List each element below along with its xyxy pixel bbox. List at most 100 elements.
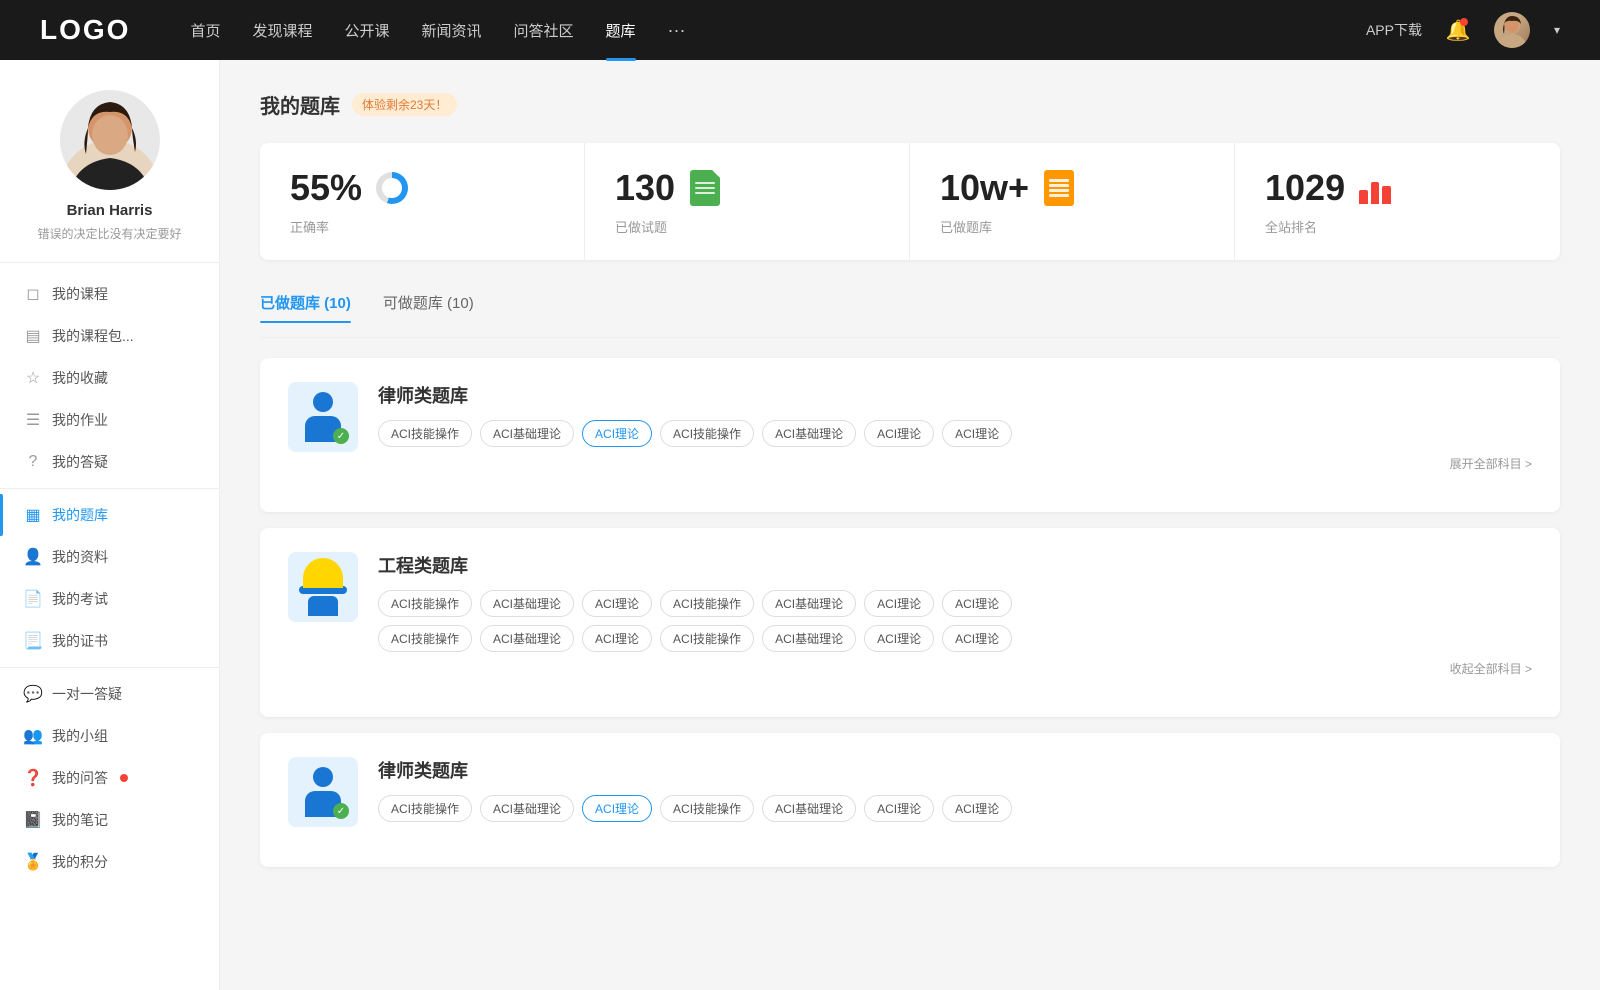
lawyer-card-content-2: 律师类题库 ACI技能操作 ACI基础理论 ACI理论 ACI技能操作 ACI基… xyxy=(378,757,1532,822)
group-icon: 👥 xyxy=(24,727,42,745)
user-avatar[interactable] xyxy=(1494,12,1530,48)
helmet-person-body xyxy=(308,596,338,616)
engineering-card-content: 工程类题库 ACI技能操作 ACI基础理论 ACI理论 ACI技能操作 ACI基… xyxy=(378,552,1532,677)
trial-badge: 体验剩余23天！ xyxy=(352,93,457,116)
qbank-tags-lawyer-1: ACI技能操作 ACI基础理论 ACI理论 ACI技能操作 ACI基础理论 AC… xyxy=(378,420,1532,447)
tag-lawyer-2-4[interactable]: ACI基础理论 xyxy=(762,795,856,822)
nav-home[interactable]: 首页 xyxy=(190,20,220,41)
stat-label-banks: 已做题库 xyxy=(940,217,1204,236)
sidebar-item-favorites[interactable]: ☆ 我的收藏 xyxy=(0,357,219,399)
exam-icon: 📄 xyxy=(24,590,42,608)
sidebar-item-course-pack[interactable]: ▤ 我的课程包... xyxy=(0,315,219,357)
sidebar-item-question-bank[interactable]: ▦ 我的题库 xyxy=(0,494,219,536)
tag-lawyer-2-0[interactable]: ACI技能操作 xyxy=(378,795,472,822)
tag-lawyer-2-5[interactable]: ACI理论 xyxy=(864,795,934,822)
sidebar-item-notes[interactable]: 📓 我的笔记 xyxy=(0,799,219,841)
tag-lawyer-1-0[interactable]: ACI技能操作 xyxy=(378,420,472,447)
sidebar-item-group[interactable]: 👥 我的小组 xyxy=(0,715,219,757)
nav-open-course[interactable]: 公开课 xyxy=(344,20,389,41)
sidebar-item-one-on-one[interactable]: 💬 一对一答疑 xyxy=(0,673,219,715)
helmet-top xyxy=(303,558,343,588)
expand-button-lawyer-1[interactable]: 展开全部科目 > xyxy=(378,455,1532,472)
tag-eng-1-4[interactable]: ACI基础理论 xyxy=(762,590,856,617)
tag-eng-1-6[interactable]: ACI理论 xyxy=(942,590,1012,617)
sidebar-label-points: 我的积分 xyxy=(52,852,108,872)
tag-eng-1-2[interactable]: ACI理论 xyxy=(582,590,652,617)
homework-icon: ☰ xyxy=(24,411,42,429)
chart-bar-1 xyxy=(1359,190,1368,204)
lawyer-icon-wrap-1: ✓ xyxy=(288,382,358,452)
tag-eng-1-3[interactable]: ACI技能操作 xyxy=(660,590,754,617)
tag-lawyer-2-2[interactable]: ACI理论 xyxy=(582,795,652,822)
collapse-button-engineering[interactable]: 收起全部科目 > xyxy=(378,660,1532,677)
ranking-chart-icon xyxy=(1357,170,1393,206)
sidebar-label-one-on-one: 一对一答疑 xyxy=(52,684,122,704)
app-download-button[interactable]: APP下载 xyxy=(1366,20,1422,40)
sidebar-item-my-qa[interactable]: ❓ 我的问答 xyxy=(0,757,219,799)
certificate-icon: 📃 xyxy=(24,632,42,650)
nav-more-icon[interactable]: ··· xyxy=(668,20,686,41)
sidebar-item-qa[interactable]: ? 我的答疑 xyxy=(0,441,219,483)
lawyer-person-icon-1: ✓ xyxy=(301,392,345,442)
sidebar-item-courses[interactable]: ◻ 我的课程 xyxy=(0,273,219,315)
logo: LOGO xyxy=(40,14,130,46)
tag-eng-2-6[interactable]: ACI理论 xyxy=(942,625,1012,652)
tag-lawyer-1-3[interactable]: ACI技能操作 xyxy=(660,420,754,447)
tag-lawyer-2-6[interactable]: ACI理论 xyxy=(942,795,1012,822)
sidebar-item-profile[interactable]: 👤 我的资料 xyxy=(0,536,219,578)
sidebar-item-homework[interactable]: ☰ 我的作业 xyxy=(0,399,219,441)
tag-lawyer-1-1[interactable]: ACI基础理论 xyxy=(480,420,574,447)
tag-eng-2-4[interactable]: ACI基础理论 xyxy=(762,625,856,652)
stat-card-done-questions: 130 已做试题 xyxy=(585,143,910,260)
sidebar-divider-2 xyxy=(0,667,219,668)
sidebar-label-course-pack: 我的课程包... xyxy=(52,326,134,346)
sidebar: Brian Harris 错误的决定比没有决定要好 ◻ 我的课程 ▤ 我的课程包… xyxy=(0,60,220,990)
person-head-1 xyxy=(313,392,333,412)
qa-icon: ? xyxy=(24,453,42,471)
tag-lawyer-2-1[interactable]: ACI基础理论 xyxy=(480,795,574,822)
qbank-card-header-engineering: 工程类题库 ACI技能操作 ACI基础理论 ACI理论 ACI技能操作 ACI基… xyxy=(288,552,1532,677)
my-qa-icon: ❓ xyxy=(24,769,42,787)
sidebar-item-exam[interactable]: 📄 我的考试 xyxy=(0,578,219,620)
helmet-icon xyxy=(299,563,347,611)
qbank-tags-engineering-row2: ACI技能操作 ACI基础理论 ACI理论 ACI技能操作 ACI基础理论 AC… xyxy=(378,625,1532,652)
main-nav: 首页 发现课程 公开课 新闻资讯 问答社区 题库 ··· xyxy=(190,20,1366,41)
tag-eng-2-2[interactable]: ACI理论 xyxy=(582,625,652,652)
tab-done-banks[interactable]: 已做题库 (10) xyxy=(260,284,351,321)
notification-bell-button[interactable]: 🔔 xyxy=(1442,14,1474,46)
stat-top-banks: 10w+ xyxy=(940,167,1204,209)
nav-discover[interactable]: 发现课程 xyxy=(252,20,312,41)
tag-lawyer-2-3[interactable]: ACI技能操作 xyxy=(660,795,754,822)
sidebar-label-profile: 我的资料 xyxy=(52,547,108,567)
stats-row: 55% 正确率 130 xyxy=(260,143,1560,260)
tag-eng-2-3[interactable]: ACI技能操作 xyxy=(660,625,754,652)
person-head-2 xyxy=(313,767,333,787)
tag-eng-2-0[interactable]: ACI技能操作 xyxy=(378,625,472,652)
tag-lawyer-1-4[interactable]: ACI基础理论 xyxy=(762,420,856,447)
tag-eng-2-1[interactable]: ACI基础理论 xyxy=(480,625,574,652)
lawyer-card-content-1: 律师类题库 ACI技能操作 ACI基础理论 ACI理论 ACI技能操作 ACI基… xyxy=(378,382,1532,472)
tag-lawyer-1-5[interactable]: ACI理论 xyxy=(864,420,934,447)
tag-eng-1-5[interactable]: ACI理论 xyxy=(864,590,934,617)
nav-question-bank[interactable]: 题库 xyxy=(606,20,636,41)
notes-icon: 📓 xyxy=(24,811,42,829)
tag-eng-1-0[interactable]: ACI技能操作 xyxy=(378,590,472,617)
tag-eng-1-1[interactable]: ACI基础理论 xyxy=(480,590,574,617)
lawyer-person-icon-2: ✓ xyxy=(301,767,345,817)
tab-available-banks[interactable]: 可做题库 (10) xyxy=(383,284,474,321)
points-icon: 🏅 xyxy=(24,853,42,871)
main-content: 我的题库 体验剩余23天！ 55% 正确率 130 xyxy=(220,60,1600,990)
courses-icon: ◻ xyxy=(24,285,42,303)
sidebar-item-certificate[interactable]: 📃 我的证书 xyxy=(0,620,219,662)
sidebar-item-points[interactable]: 🏅 我的积分 xyxy=(0,841,219,883)
tag-eng-2-5[interactable]: ACI理论 xyxy=(864,625,934,652)
sidebar-divider-1 xyxy=(0,488,219,489)
nav-news[interactable]: 新闻资讯 xyxy=(422,20,482,41)
user-menu-chevron-icon[interactable]: ▾ xyxy=(1554,23,1560,37)
nav-qa[interactable]: 问答社区 xyxy=(514,20,574,41)
stat-value-banks: 10w+ xyxy=(940,167,1029,209)
stat-top-accuracy: 55% xyxy=(290,167,554,209)
lawyer-icon-wrap-2: ✓ xyxy=(288,757,358,827)
tag-lawyer-1-6[interactable]: ACI理论 xyxy=(942,420,1012,447)
tag-lawyer-1-2[interactable]: ACI理论 xyxy=(582,420,652,447)
